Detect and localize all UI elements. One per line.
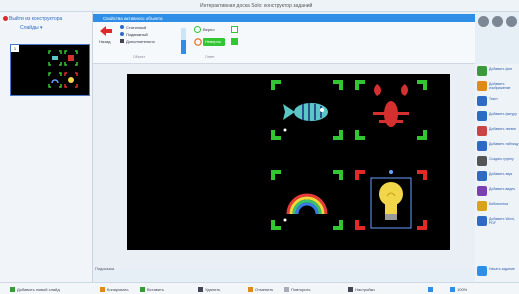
fish-icon[interactable] xyxy=(283,103,328,132)
correct-icon xyxy=(194,26,201,33)
ribbon-header: Свойства активного объекта xyxy=(93,14,475,22)
tool-add-shape[interactable]: Добавить фигуру xyxy=(477,109,519,123)
radio-movable-icon[interactable] xyxy=(120,32,124,36)
chevron-down-icon: ▾ xyxy=(40,25,43,31)
zoom-icon xyxy=(450,286,455,292)
slide-canvas[interactable] xyxy=(127,74,450,250)
settings-status-button[interactable]: Настройки xyxy=(348,287,375,292)
help-button[interactable] xyxy=(478,16,489,27)
option-static[interactable]: Статичный xyxy=(126,25,146,30)
zoom-level[interactable]: 100% xyxy=(450,287,467,292)
trash-icon xyxy=(198,286,203,292)
option-extra[interactable]: Дополнительно xyxy=(126,39,155,44)
slides-dropdown[interactable]: Слайды ▾ xyxy=(20,25,43,31)
fullscreen-icon[interactable] xyxy=(428,286,435,292)
tool-add-sound[interactable]: Добавить звук xyxy=(477,169,519,183)
tools-panel: Добавить фон Добавить изображение Текст … xyxy=(475,64,519,282)
undo-icon xyxy=(248,286,253,292)
start-task-button[interactable]: Начать задание xyxy=(477,264,519,278)
tool-add-document[interactable]: Добавить Word, PDF xyxy=(477,214,519,228)
title-bar: Интерактивная доска Solo: конструктор за… xyxy=(0,0,519,12)
rotate-handle[interactable] xyxy=(389,170,393,174)
tool-add-video[interactable]: Добавить видео xyxy=(477,184,519,198)
slide-content xyxy=(271,80,427,230)
status-bar: Добавить новый слайд Копировать Вставить… xyxy=(0,282,519,294)
group-object-label: Объект xyxy=(133,55,145,59)
video-icon xyxy=(477,186,487,196)
paste-button[interactable]: Вставить xyxy=(140,287,164,292)
image-icon xyxy=(477,66,487,76)
exit-constructor-link[interactable]: Выйти из конструктора xyxy=(9,16,62,22)
window-title: Интерактивная доска Solo: конструктор за… xyxy=(200,3,313,9)
copy-button[interactable]: Копировать xyxy=(100,287,129,292)
tool-library[interactable]: Библиотека xyxy=(477,199,519,213)
table-icon xyxy=(477,141,487,151)
toggle-incorrect[interactable]: Неверно xyxy=(205,39,221,44)
tool-add-line[interactable]: Добавить линию xyxy=(477,124,519,138)
slides-panel: Выйти из конструктора Слайды ▾ 1 xyxy=(0,12,93,282)
group-icon xyxy=(477,156,487,166)
tool-create-group[interactable]: Создать группу xyxy=(477,154,519,168)
toggle-correct[interactable]: Верно xyxy=(203,27,215,32)
redo-icon xyxy=(284,286,289,292)
option-movable[interactable]: Подвижный xyxy=(126,32,148,37)
paste-icon xyxy=(140,286,145,292)
tool-add-background[interactable]: Добавить фон xyxy=(477,64,519,78)
lightbulb-icon[interactable] xyxy=(379,182,403,220)
plus-icon xyxy=(10,286,15,292)
radio-static-icon[interactable] xyxy=(120,25,124,29)
size-slider[interactable] xyxy=(181,28,186,54)
tool-text[interactable]: Текст xyxy=(477,94,519,108)
arrow-left-icon[interactable] xyxy=(100,26,112,36)
shape-icon xyxy=(477,111,487,121)
close-button[interactable] xyxy=(506,16,517,27)
play-icon xyxy=(477,266,487,276)
slides-label: Слайды xyxy=(20,25,39,31)
redo-button[interactable]: Повторить xyxy=(284,287,311,292)
sound-icon xyxy=(477,171,487,181)
gear-icon xyxy=(348,286,353,292)
ribbon-title: Свойства активного объекта xyxy=(103,15,163,21)
library-icon xyxy=(477,201,487,211)
correct-checkbox[interactable] xyxy=(231,26,238,33)
delete-button[interactable]: Удалить xyxy=(198,287,220,292)
copy-icon xyxy=(100,286,105,292)
slide-thumbnail[interactable]: 1 xyxy=(10,44,90,96)
add-slide-button[interactable]: Добавить новый слайд xyxy=(10,287,60,292)
back-button[interactable]: Назад xyxy=(99,39,110,44)
properties-ribbon: Назад Статичный Подвижный Дополнительно … xyxy=(93,22,475,64)
incorrect-checkbox[interactable] xyxy=(231,38,238,45)
thumbnail-preview-icon xyxy=(48,50,78,88)
lobster-icon[interactable] xyxy=(373,84,409,127)
rainbow-icon[interactable] xyxy=(286,193,328,215)
person-icon xyxy=(120,39,124,43)
handle-dot xyxy=(283,218,287,222)
hint-link[interactable]: Подсказка xyxy=(95,266,114,271)
tool-add-image[interactable]: Добавить изображение xyxy=(477,79,519,93)
picture-icon xyxy=(477,81,487,91)
line-icon xyxy=(477,126,487,136)
tool-add-table[interactable]: Добавить таблицу xyxy=(477,139,519,153)
exit-icon xyxy=(3,16,8,21)
group-answer-label: Ответ xyxy=(205,55,215,59)
undo-button[interactable]: Отменить xyxy=(248,287,273,292)
text-icon xyxy=(477,96,487,106)
document-icon xyxy=(477,216,487,226)
settings-button[interactable] xyxy=(492,16,503,27)
incorrect-icon xyxy=(194,38,202,46)
